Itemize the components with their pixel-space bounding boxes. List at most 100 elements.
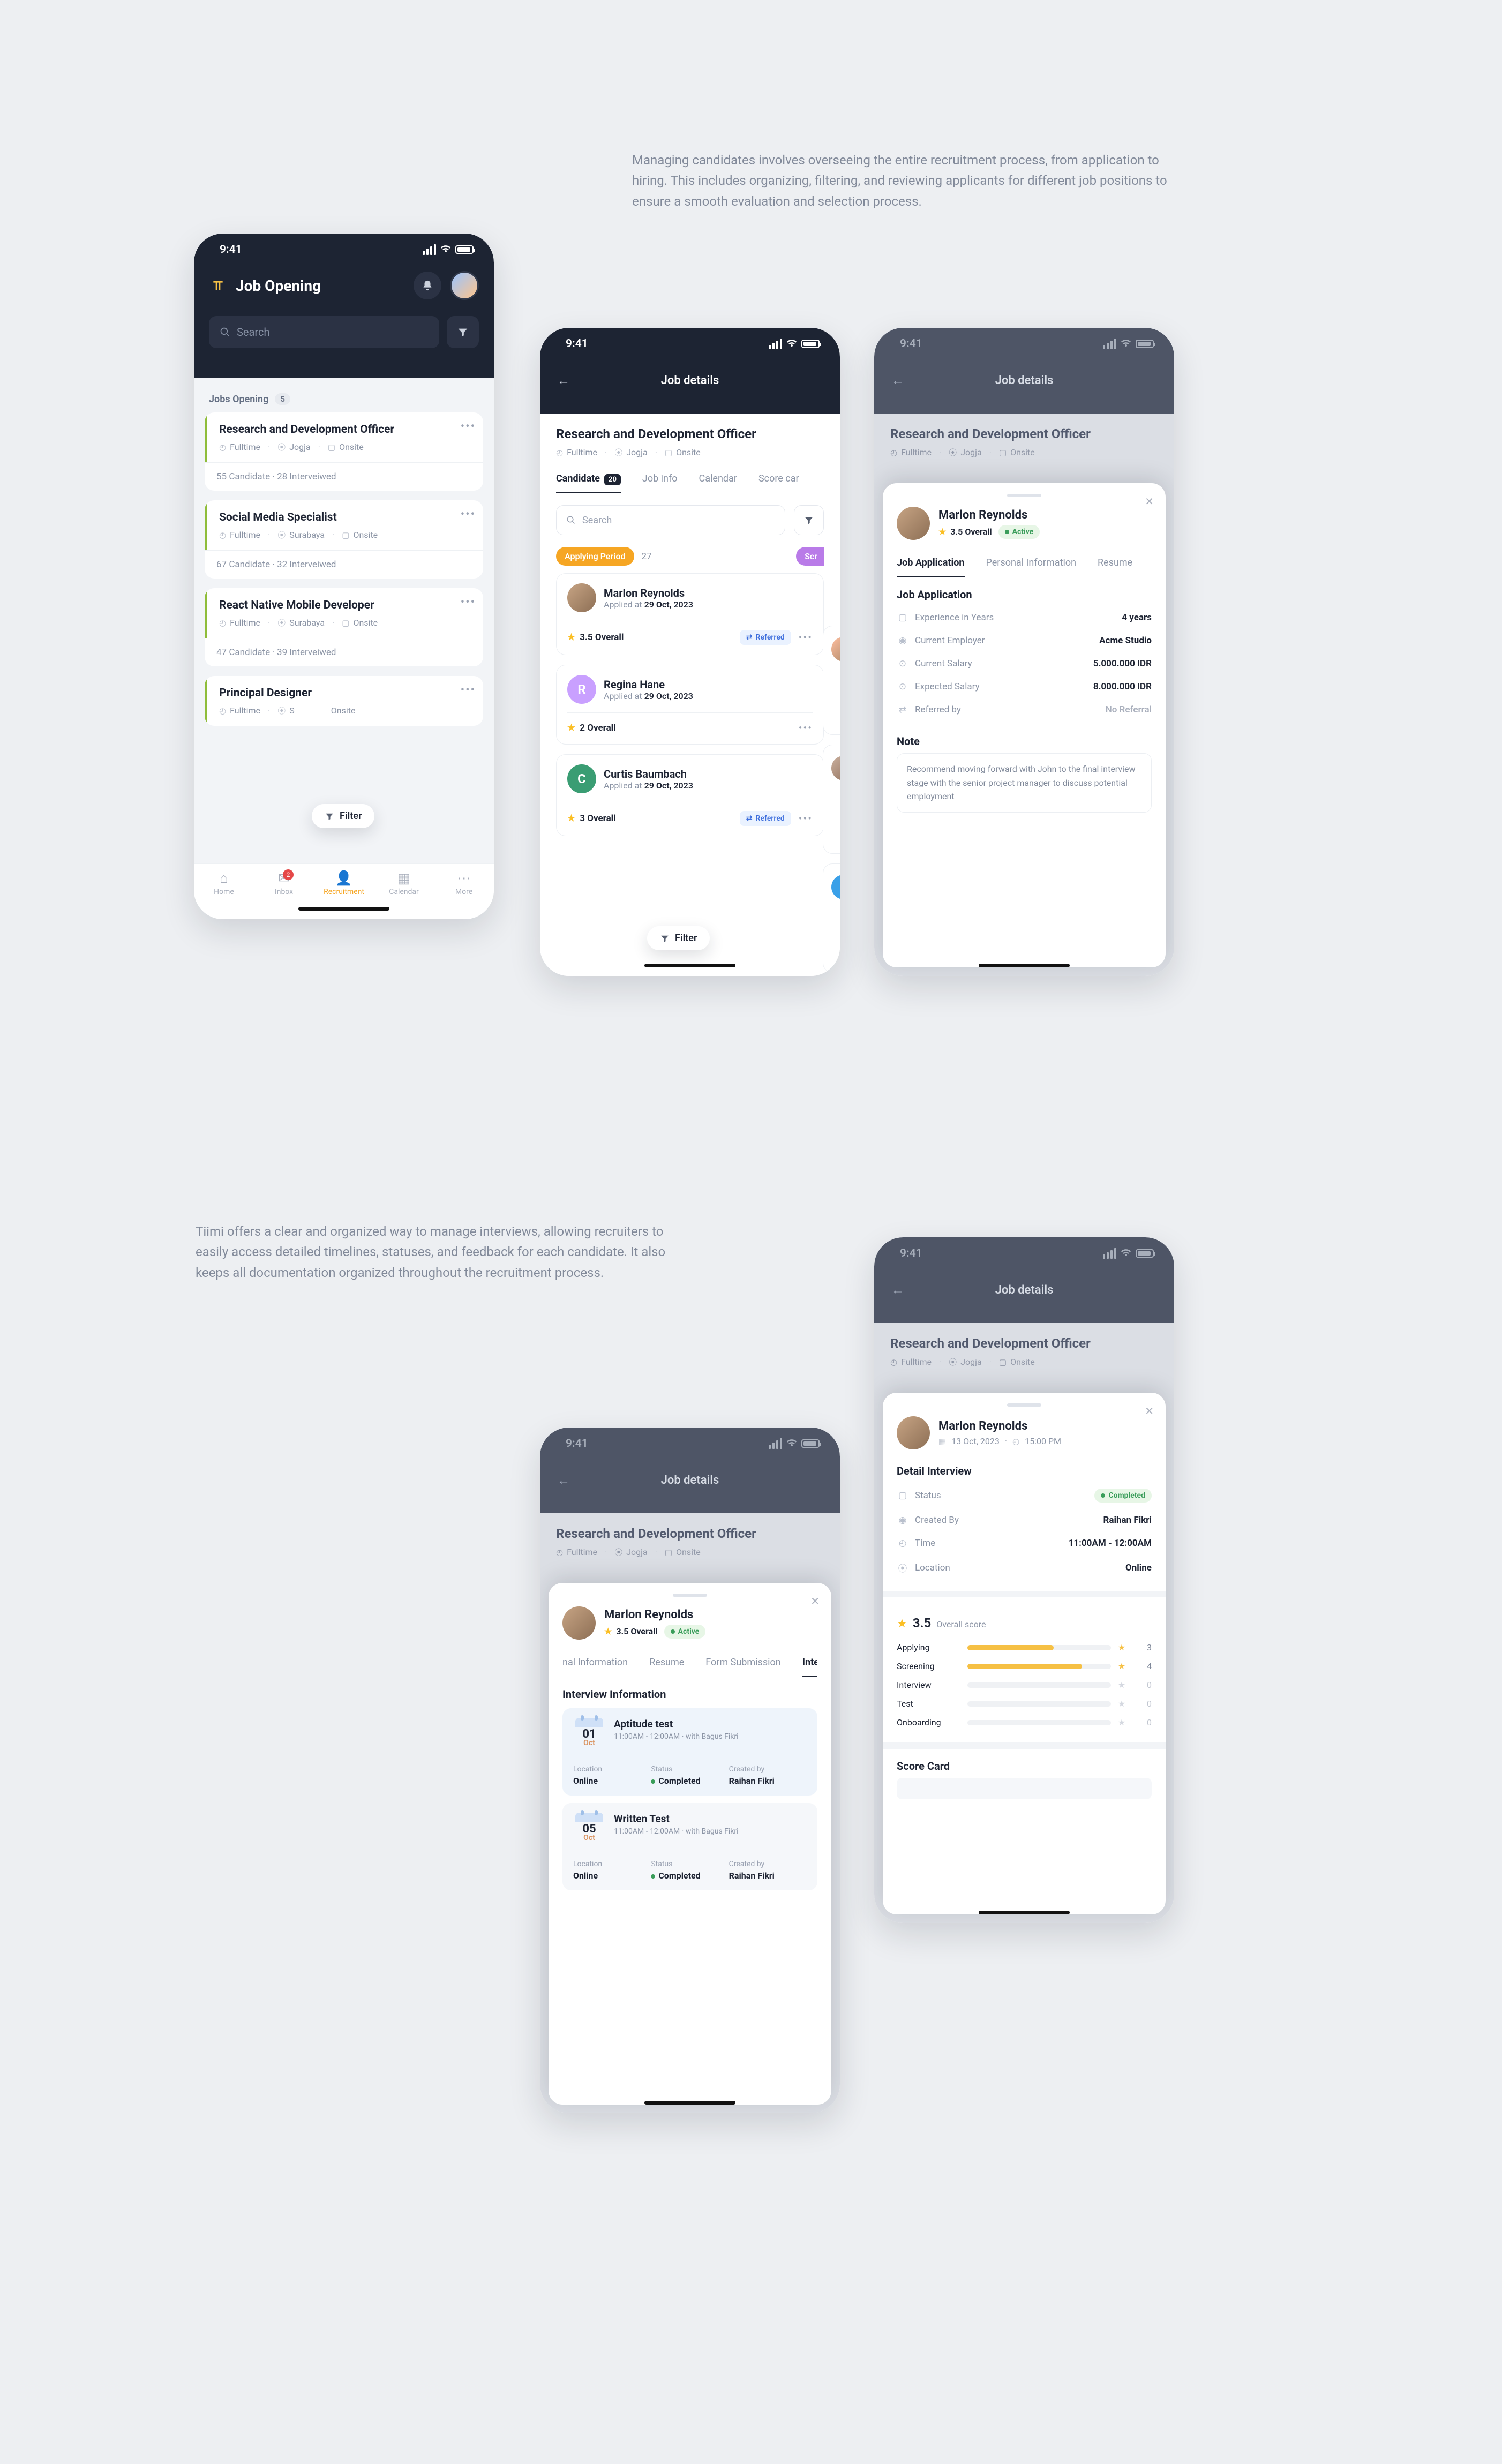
- filter-label: Filter: [340, 810, 362, 822]
- tab-resume[interactable]: Resume: [1098, 552, 1132, 577]
- tab-candidate[interactable]: Candidate20: [556, 468, 621, 493]
- filter-button[interactable]: [447, 316, 479, 348]
- job-card[interactable]: Research and Development Officer ••• ◴Fu…: [205, 412, 483, 491]
- job-card[interactable]: Principal Designer ••• ◴Fulltime· ⦿S Ons…: [205, 676, 483, 726]
- tab-resume[interactable]: Resume: [649, 1651, 684, 1677]
- candidate-avatar: [897, 1416, 930, 1449]
- scorecard-placeholder: [897, 1778, 1152, 1799]
- interview-card[interactable]: 01Oct Aptitude test 11:00AM - 12:00AM · …: [562, 1708, 817, 1796]
- close-button[interactable]: ✕: [810, 1595, 820, 1607]
- candidate-name: Marlon Reynolds: [938, 1419, 1061, 1433]
- home-indicator: [298, 907, 389, 911]
- status-pill: Active: [998, 525, 1040, 539]
- home-indicator: [979, 964, 1070, 967]
- tab-job-application[interactable]: Job Application: [897, 552, 965, 577]
- candidate-card[interactable]: R Regina Hane Applied at 29 Oct, 2023 ★2…: [556, 665, 824, 745]
- tab-form-submission[interactable]: Form Submission: [705, 1651, 780, 1677]
- tab-personal-info[interactable]: Personal Information: [986, 552, 1077, 577]
- notifications-button[interactable]: [414, 272, 441, 299]
- star-icon: ★: [567, 723, 575, 733]
- sheet-grip[interactable]: [1007, 1403, 1041, 1407]
- candidate-card[interactable]: C Curtis Baumbach Applied at 29 Oct, 202…: [556, 754, 824, 836]
- app-header: 9:41 ← Job details: [540, 1428, 840, 1513]
- screen-job-opening: 9:41 Job Opening: [194, 234, 494, 919]
- role-title: Research and Development Officer: [556, 426, 824, 441]
- clock-icon: ◴: [219, 706, 226, 716]
- nav-more[interactable]: ⋯More: [434, 872, 494, 896]
- filter-pill[interactable]: Filter: [312, 804, 374, 828]
- close-button[interactable]: ✕: [1145, 495, 1154, 508]
- sheet-tabs: nal Information Resume Form Submission I…: [562, 1651, 817, 1677]
- clock-icon: ◴: [897, 1538, 908, 1549]
- next-stage-peek[interactable]: Scr: [796, 547, 824, 566]
- page-title: Job Opening: [236, 277, 405, 295]
- tab-personal-info[interactable]: nal Information: [562, 1651, 628, 1677]
- screen-candidate-application: 9:41 ← Job details Research and Developm…: [874, 328, 1174, 976]
- candidate-more-button[interactable]: •••: [799, 812, 813, 825]
- clock-icon: ◴: [1012, 1437, 1019, 1446]
- nav-home[interactable]: ⌂Home: [194, 872, 254, 896]
- candidate-more-button[interactable]: •••: [799, 722, 813, 734]
- signal-icon: [423, 244, 436, 255]
- profile-avatar[interactable]: [450, 271, 479, 300]
- home-indicator: [644, 2101, 735, 2105]
- search-placeholder: Search: [237, 326, 269, 339]
- stage-chip[interactable]: Applying Period: [556, 547, 634, 566]
- job-more-button[interactable]: •••: [461, 508, 476, 521]
- candidate-avatar: [897, 507, 930, 540]
- job-card[interactable]: React Native Mobile Developer ••• ◴Fullt…: [205, 588, 483, 666]
- candidate-card[interactable]: Marlon Reynolds Applied at 29 Oct, 2023 …: [556, 573, 824, 655]
- section-title: Interview Information: [562, 1688, 817, 1701]
- star-icon: ★: [1117, 1642, 1126, 1652]
- status-time: 9:41: [566, 1437, 588, 1450]
- filter-button[interactable]: [794, 505, 824, 535]
- tab-interview[interactable]: Interview: [802, 1651, 817, 1677]
- interview-card[interactable]: 05Oct Written Test 11:00AM - 12:00AM · w…: [562, 1803, 817, 1890]
- candidate-avatar: [567, 583, 596, 612]
- search-input[interactable]: Search: [209, 316, 439, 348]
- pin-icon: ⦿: [277, 441, 286, 453]
- description-2: Tiimi offers a clear and organized way t…: [196, 1221, 667, 1283]
- score-row: Interview★0: [897, 1676, 1152, 1694]
- wifi-icon: [440, 245, 451, 253]
- job-more-button[interactable]: •••: [461, 420, 476, 433]
- search-input[interactable]: Search: [556, 505, 785, 535]
- job-card[interactable]: Social Media Specialist ••• ◴Fulltime· ⦿…: [205, 500, 483, 579]
- candidate-name: Marlon Reynolds: [938, 508, 1040, 522]
- filter-icon: [660, 934, 670, 943]
- tab-jobinfo[interactable]: Job info: [642, 468, 678, 493]
- signal-icon: [769, 1438, 782, 1449]
- nav-inbox[interactable]: 2✉Inbox: [254, 872, 314, 896]
- close-button[interactable]: ✕: [1145, 1404, 1154, 1417]
- nav-calendar[interactable]: ▦Calendar: [374, 872, 434, 896]
- calendar-icon: ▦: [938, 1437, 946, 1446]
- score-row: Screening★4: [897, 1657, 1152, 1676]
- page-title: Job details: [540, 374, 840, 387]
- status-icon: ▢: [897, 1490, 908, 1501]
- job-more-button[interactable]: •••: [461, 596, 476, 609]
- link-icon: ⇄: [746, 814, 753, 823]
- wifi-icon: [1121, 339, 1131, 348]
- sheet-grip[interactable]: [673, 1594, 707, 1597]
- briefcase-icon: ▢: [328, 442, 335, 452]
- wifi-icon: [786, 339, 797, 348]
- clock-icon: ◴: [556, 448, 563, 457]
- clock-icon: ◴: [219, 618, 226, 628]
- filter-icon: [325, 812, 334, 821]
- home-indicator: [979, 1911, 1070, 1914]
- job-more-button[interactable]: •••: [461, 683, 476, 697]
- bottom-nav: ⌂Home 2✉Inbox 👤Recruitment ▦Calendar ⋯Mo…: [194, 863, 494, 919]
- status-bar: 9:41: [540, 1428, 840, 1460]
- clock-icon: ◴: [890, 1357, 897, 1367]
- filter-pill[interactable]: Filter: [647, 926, 710, 950]
- tab-calendar[interactable]: Calendar: [699, 468, 737, 493]
- candidate-name: Marlon Reynolds: [604, 587, 693, 599]
- candidate-name: Marlon Reynolds: [604, 1608, 705, 1621]
- clock-icon: ◴: [890, 448, 897, 457]
- sheet-grip[interactable]: [1007, 494, 1041, 497]
- tab-scorecard[interactable]: Score car: [758, 468, 799, 493]
- page-title: Job details: [540, 1474, 840, 1487]
- nav-recruitment[interactable]: 👤Recruitment: [314, 872, 374, 896]
- pin-icon: ⦿: [949, 447, 957, 458]
- candidate-more-button[interactable]: •••: [799, 631, 813, 644]
